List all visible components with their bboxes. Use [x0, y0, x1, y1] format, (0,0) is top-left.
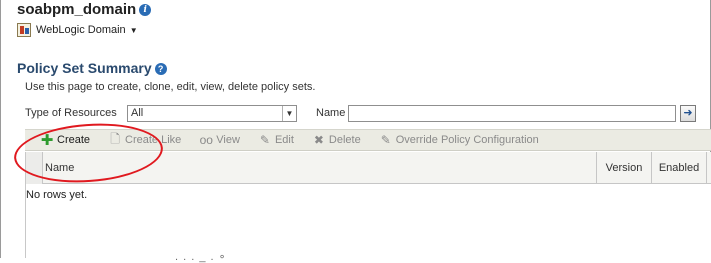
instructions-text: Use this page to create, clone, edit, vi… — [25, 81, 316, 93]
name-input[interactable] — [348, 105, 676, 122]
row-selector-header — [26, 152, 42, 184]
edit-label: Edit — [274, 134, 294, 146]
delete-button[interactable]: ✖ Delete — [312, 129, 361, 151]
search-go-button[interactable]: ➜ — [680, 105, 696, 122]
view-label: View — [216, 134, 240, 146]
go-arrow-icon: ➜ — [683, 107, 693, 119]
toolbar: ✚ Create 🗋 Create Like oo View ✎ Edit ✖ … — [25, 129, 711, 151]
column-header-version[interactable]: Version — [596, 152, 651, 184]
x-icon: ✖ — [313, 133, 324, 147]
name-label: Name — [316, 107, 346, 119]
weblogic-domain-menu-label: WebLogic Domain — [36, 24, 126, 36]
info-icon[interactable]: i — [139, 4, 152, 17]
plus-icon: ✚ — [40, 132, 54, 149]
column-header-enabled[interactable]: Enabled — [651, 152, 706, 184]
chevron-down-icon: ▼ — [129, 25, 138, 35]
domain-icon — [17, 23, 31, 37]
weblogic-domain-menu[interactable]: WebLogic Domain ▼ — [17, 23, 138, 37]
create-button[interactable]: ✚ Create — [40, 129, 90, 151]
column-header-name[interactable]: Name — [42, 152, 596, 184]
truncated-content: . . . _ . ∘ — [175, 251, 227, 263]
filter-row: Type of Resources All ▼ Name ➜ — [25, 105, 697, 123]
document-icon: 🗋 — [110, 131, 120, 146]
create-like-label: Create Like — [125, 134, 182, 146]
pencil-icon: ✎ — [259, 133, 270, 147]
policy-set-table: Name Version Enabled — [25, 152, 711, 258]
domain-title-text: soabpm_domain — [17, 1, 137, 18]
glasses-icon: oo — [199, 133, 213, 147]
create-label: Create — [57, 134, 91, 146]
type-of-resources-value: All — [131, 107, 144, 119]
delete-label: Delete — [328, 134, 361, 146]
table-header: Name Version Enabled — [26, 152, 711, 184]
domain-title: soabpm_domain i — [17, 1, 152, 18]
column-header-overflow — [706, 152, 711, 184]
view-button[interactable]: oo View — [199, 129, 240, 151]
pencil-icon: ✎ — [380, 133, 391, 147]
page-title-text: Policy Set Summary — [17, 60, 152, 76]
chevron-down-icon: ▼ — [282, 106, 296, 121]
type-of-resources-label: Type of Resources — [25, 107, 117, 119]
create-like-button[interactable]: 🗋 Create Like — [108, 129, 181, 151]
type-of-resources-select[interactable]: All ▼ — [127, 105, 297, 122]
help-icon[interactable]: ? — [154, 63, 167, 76]
page-title: Policy Set Summary? — [17, 60, 167, 76]
empty-table-message: No rows yet. — [26, 189, 88, 201]
override-policy-configuration-button[interactable]: ✎ Override Policy Configuration — [379, 129, 539, 151]
override-policy-configuration-label: Override Policy Configuration — [395, 134, 539, 146]
edit-button[interactable]: ✎ Edit — [258, 129, 294, 151]
